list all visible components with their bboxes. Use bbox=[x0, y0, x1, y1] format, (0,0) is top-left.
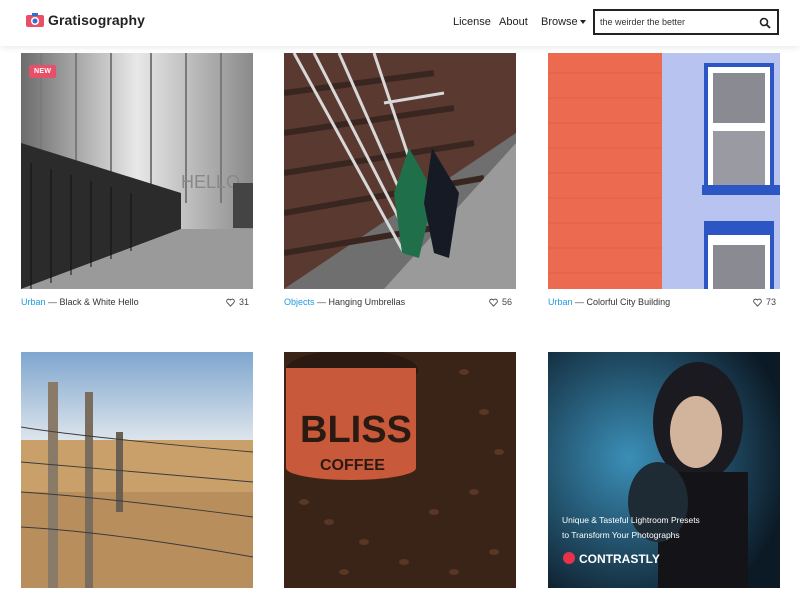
ad-line-1: Unique & Tasteful Lightroom Presets bbox=[562, 515, 700, 525]
can-text-coffee: COFFEE bbox=[320, 457, 385, 474]
nav-license[interactable]: License bbox=[453, 16, 491, 28]
camera-logo-icon bbox=[26, 12, 44, 28]
photo-card: Urban — Colorful City Building 73 bbox=[548, 53, 780, 317]
separator: — bbox=[575, 297, 585, 307]
photo-title: Hanging Umbrellas bbox=[328, 297, 406, 307]
can-text-bliss: BLISS bbox=[300, 409, 412, 451]
heart-icon bbox=[753, 298, 762, 307]
wall-text: HELLO bbox=[181, 172, 240, 192]
search-icon[interactable] bbox=[759, 16, 771, 29]
like-count: 73 bbox=[765, 297, 776, 307]
nav-browse-label: Browse bbox=[541, 16, 578, 28]
nav-about[interactable]: About bbox=[499, 16, 528, 28]
photo-caption: Urban — Colorful City Building 73 bbox=[548, 297, 780, 317]
logo-text: Gratisography bbox=[48, 12, 145, 28]
photo-black-white-hello[interactable]: HELLO NEW bbox=[21, 53, 253, 289]
category-link[interactable]: Objects bbox=[284, 297, 315, 307]
heart-icon bbox=[489, 298, 498, 307]
separator: — bbox=[48, 297, 58, 307]
ad-brand: CONTRASTLY bbox=[579, 552, 660, 566]
contrastly-logo-icon bbox=[563, 552, 575, 564]
separator: — bbox=[317, 297, 327, 307]
photo-card: BLISS COFFEE bbox=[284, 352, 516, 588]
photo-caption: Urban — Black & White Hello 31 bbox=[21, 297, 253, 317]
photo-card: HELLO NEW Urban — Black & White Hello 31 bbox=[21, 53, 253, 317]
contrastly-ad[interactable]: Unique & Tasteful Lightroom Presets to T… bbox=[548, 352, 780, 588]
site-header: Gratisography License About Browse bbox=[0, 0, 800, 46]
photo-bliss-coffee[interactable]: BLISS COFFEE bbox=[284, 352, 516, 588]
photo-card bbox=[21, 352, 253, 588]
photo-hanging-umbrellas[interactable] bbox=[284, 53, 516, 289]
search-box bbox=[593, 9, 779, 35]
photo-title: Colorful City Building bbox=[586, 297, 671, 307]
photo-caption: Objects — Hanging Umbrellas 56 bbox=[284, 297, 516, 317]
like-button[interactable]: 73 bbox=[753, 297, 776, 307]
logo[interactable]: Gratisography bbox=[26, 12, 145, 28]
ad-line-2: to Transform Your Photographs bbox=[562, 530, 680, 540]
photo-card: Unique & Tasteful Lightroom Presets to T… bbox=[548, 352, 780, 588]
caret-down-icon bbox=[579, 20, 586, 25]
photo-colorful-city-building[interactable] bbox=[548, 53, 780, 289]
search-input[interactable] bbox=[600, 17, 760, 27]
photo-card: Objects — Hanging Umbrellas 56 bbox=[284, 53, 516, 317]
photo-title: Black & White Hello bbox=[59, 297, 139, 307]
category-link[interactable]: Urban bbox=[548, 297, 573, 307]
like-count: 31 bbox=[238, 297, 249, 307]
photo-barbed-wire-fence[interactable] bbox=[21, 352, 253, 588]
heart-icon bbox=[226, 298, 235, 307]
like-button[interactable]: 31 bbox=[226, 297, 249, 307]
category-link[interactable]: Urban bbox=[21, 297, 46, 307]
like-button[interactable]: 56 bbox=[489, 297, 512, 307]
new-badge: NEW bbox=[29, 65, 57, 78]
nav-browse[interactable]: Browse bbox=[541, 16, 586, 28]
like-count: 56 bbox=[501, 297, 512, 307]
